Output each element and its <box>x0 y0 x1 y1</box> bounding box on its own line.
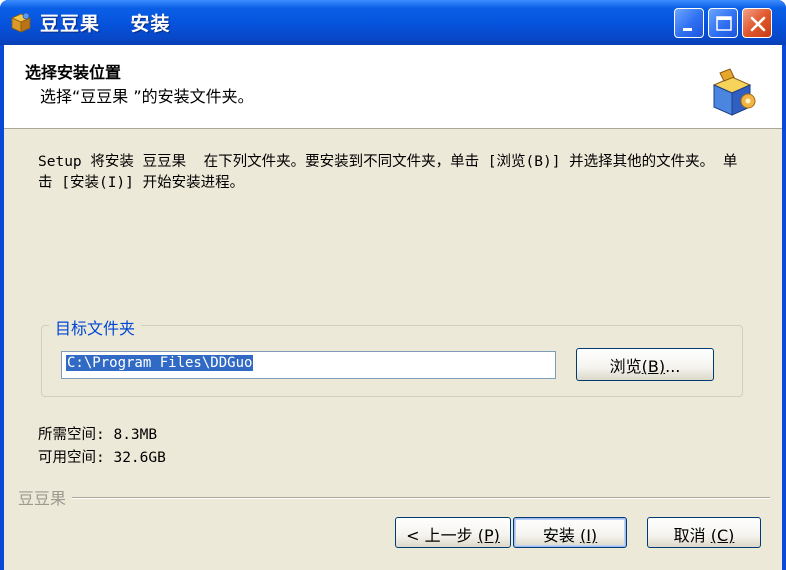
maximize-button[interactable] <box>708 8 738 38</box>
close-button[interactable] <box>742 8 772 38</box>
title-bar[interactable]: 豆豆果 安装 <box>0 0 786 45</box>
available-space: 可用空间: 32.6GB <box>38 450 166 466</box>
instruction-text: Setup 将安装 豆豆果 在下列文件夹。要安装到不同文件夹，单击 [浏览(B)… <box>38 154 738 191</box>
required-space: 所需空间: 8.3MB <box>38 427 158 443</box>
destination-path-value: C:\Program Files\DDGuo <box>66 355 254 371</box>
branding-text: 豆豆果 <box>18 485 73 509</box>
page-title: 选择安装位置 <box>25 63 122 82</box>
back-button[interactable]: < 上一步 (P) <box>395 517 511 548</box>
destination-path-input[interactable]: C:\Program Files\DDGuo <box>61 351 556 379</box>
branding-separator <box>18 497 770 499</box>
installer-window: 豆豆果 安装 选择安装位置 选择“豆豆果 ”的安装文件夹。 Setup 将安装 … <box>0 0 786 570</box>
close-icon <box>750 16 766 32</box>
installer-box-icon <box>712 68 756 116</box>
maximize-icon <box>716 16 732 31</box>
page-subtitle: 选择“豆豆果 ”的安装文件夹。 <box>40 87 254 106</box>
cancel-button[interactable]: 取消 (C) <box>647 517 761 548</box>
app-box-icon <box>11 12 31 33</box>
minimize-button[interactable] <box>674 8 704 38</box>
destination-legend: 目标文件夹 <box>49 315 142 339</box>
install-button[interactable]: 安装 (I) <box>513 517 627 548</box>
wizard-header: 选择安装位置 选择“豆豆果 ”的安装文件夹。 <box>4 45 782 129</box>
minimize-icon <box>683 28 692 31</box>
dialog-body: 选择安装位置 选择“豆豆果 ”的安装文件夹。 Setup 将安装 豆豆果 在下列… <box>4 45 782 570</box>
window-title: 豆豆果 安装 <box>40 13 171 35</box>
browse-button[interactable]: 浏览(B)... <box>576 348 714 381</box>
